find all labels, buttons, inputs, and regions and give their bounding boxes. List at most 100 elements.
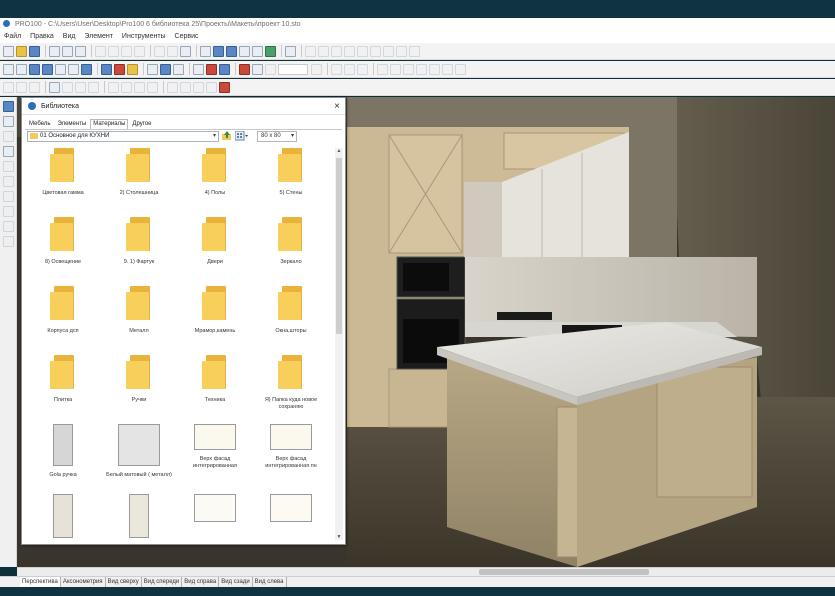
list-icon[interactable] <box>226 45 237 57</box>
library-icon[interactable] <box>213 45 224 57</box>
pan-icon[interactable] <box>252 63 263 75</box>
library-material-item[interactable] <box>178 494 252 528</box>
snap-icon[interactable] <box>193 63 204 75</box>
line-tool-icon[interactable] <box>3 176 14 187</box>
move-x-icon[interactable] <box>3 81 14 93</box>
library-folder-item[interactable]: Зеркало <box>254 217 328 266</box>
cut-shape-icon[interactable] <box>180 81 191 93</box>
library-folder-item[interactable]: 4) Полы <box>178 148 252 197</box>
stack-icon[interactable] <box>403 63 414 75</box>
menu-tools[interactable]: Инструменты <box>122 33 166 40</box>
scrollbar-thumb[interactable] <box>336 158 342 334</box>
center-icon[interactable] <box>108 81 119 93</box>
hide-icon[interactable] <box>193 81 204 93</box>
sum-icon[interactable] <box>285 45 296 57</box>
distribute-icon[interactable] <box>383 45 394 57</box>
eyedropper-icon[interactable] <box>3 146 14 157</box>
align-center-icon[interactable] <box>318 45 329 57</box>
tab-furniture[interactable]: Мебель <box>26 119 53 129</box>
zoom-fit-icon[interactable] <box>311 63 322 75</box>
grid-icon[interactable] <box>160 63 171 75</box>
align-top-icon[interactable] <box>344 45 355 57</box>
height-icon[interactable] <box>357 63 368 75</box>
menu-element[interactable]: Элемент <box>84 33 113 40</box>
save-icon[interactable] <box>29 45 40 57</box>
view-textured-icon[interactable] <box>42 63 53 75</box>
camera-icon[interactable] <box>101 63 112 75</box>
tab-left-view[interactable]: Вид слева <box>253 577 287 587</box>
view-box-icon[interactable] <box>16 63 27 75</box>
align-left-icon[interactable] <box>305 45 316 57</box>
measure-icon[interactable] <box>219 63 230 75</box>
zoom-icon[interactable] <box>265 63 276 75</box>
library-material-item[interactable] <box>102 494 176 544</box>
library-folder-item[interactable]: Окна,шторы <box>254 286 328 335</box>
size-icon[interactable] <box>147 81 158 93</box>
view-solid-icon[interactable] <box>29 63 40 75</box>
render-icon[interactable] <box>252 45 263 57</box>
tab-axonometry[interactable]: Аксонометрия <box>61 577 106 587</box>
menu-service[interactable]: Сервис <box>175 33 199 40</box>
eye-icon[interactable] <box>173 63 184 75</box>
copy-icon[interactable] <box>108 45 119 57</box>
snap-grid-icon[interactable] <box>49 81 60 93</box>
library-material-item[interactable]: Верх фасад интегрированная <box>178 424 252 470</box>
bulb-icon[interactable] <box>127 63 138 75</box>
menu-file[interactable]: Файл <box>4 33 21 40</box>
library-folder-item[interactable]: Двери <box>178 217 252 266</box>
materials-icon[interactable] <box>265 45 276 57</box>
library-folder-item[interactable]: Техника <box>178 355 252 404</box>
tab-materials[interactable]: Материалы <box>90 119 129 129</box>
magnet-icon[interactable] <box>147 63 158 75</box>
text-tool-icon[interactable] <box>3 221 14 232</box>
light-icon[interactable] <box>114 63 125 75</box>
shape-icon[interactable] <box>167 81 178 93</box>
library-folder-item[interactable]: 2) Столешница <box>102 148 176 197</box>
library-material-item[interactable]: Gola ручка <box>26 424 100 479</box>
library-material-item[interactable] <box>254 494 328 528</box>
edit-tool-icon[interactable] <box>3 206 14 217</box>
library-material-item[interactable]: Верх фасад интегрированная пн <box>254 424 328 470</box>
width-icon[interactable] <box>331 63 342 75</box>
menu-view[interactable]: Вид <box>63 33 76 40</box>
view-3d-icon[interactable] <box>3 63 14 75</box>
menu-edit[interactable]: Правка <box>30 33 54 40</box>
library-material-item[interactable]: Белый матовый ( металл) <box>102 424 176 479</box>
mirror-icon[interactable] <box>377 63 388 75</box>
tab-other[interactable]: Другое <box>129 119 154 129</box>
preview-icon[interactable] <box>49 45 60 57</box>
measure-tool-icon[interactable] <box>3 131 14 142</box>
redo-icon[interactable] <box>167 45 178 57</box>
lock-icon[interactable] <box>455 63 466 75</box>
view-mode-icon[interactable] <box>235 131 249 141</box>
move-y-icon[interactable] <box>16 81 27 93</box>
tab-top-view[interactable]: Вид сверху <box>106 577 142 587</box>
zoom-field[interactable] <box>278 63 308 75</box>
move-icon[interactable] <box>121 81 132 93</box>
cut-icon[interactable] <box>95 45 106 57</box>
library-material-item[interactable] <box>26 494 100 544</box>
print-preview-icon[interactable] <box>75 45 86 57</box>
rotate-right-icon[interactable] <box>75 81 86 93</box>
table-icon[interactable] <box>239 45 250 57</box>
library-folder-item[interactable]: Цветовая гамма <box>26 148 100 197</box>
library-folder-item[interactable]: Корпуса дсп <box>26 286 100 335</box>
paint-icon[interactable] <box>3 161 14 172</box>
new-file-icon[interactable] <box>3 45 14 57</box>
tab-back-view[interactable]: Вид сзади <box>219 577 253 587</box>
properties-icon[interactable] <box>180 45 191 57</box>
view-wire-icon[interactable] <box>55 63 66 75</box>
library-folder-item[interactable]: Плитка <box>26 355 100 404</box>
select-arrow-icon[interactable] <box>3 101 14 112</box>
print-icon[interactable] <box>62 45 73 57</box>
tab-elements[interactable]: Элементы <box>54 119 89 129</box>
scroll-up-icon[interactable]: ▲ <box>335 148 343 154</box>
undo-icon[interactable] <box>154 45 165 57</box>
flip-icon[interactable] <box>390 63 401 75</box>
align-right-icon[interactable] <box>331 45 342 57</box>
close-icon[interactable]: × <box>334 98 340 115</box>
move-z-icon[interactable] <box>29 81 40 93</box>
view-xray-icon[interactable] <box>68 63 79 75</box>
cut-tool-icon[interactable] <box>3 191 14 202</box>
tab-front-view[interactable]: Вид спереди <box>142 577 183 587</box>
